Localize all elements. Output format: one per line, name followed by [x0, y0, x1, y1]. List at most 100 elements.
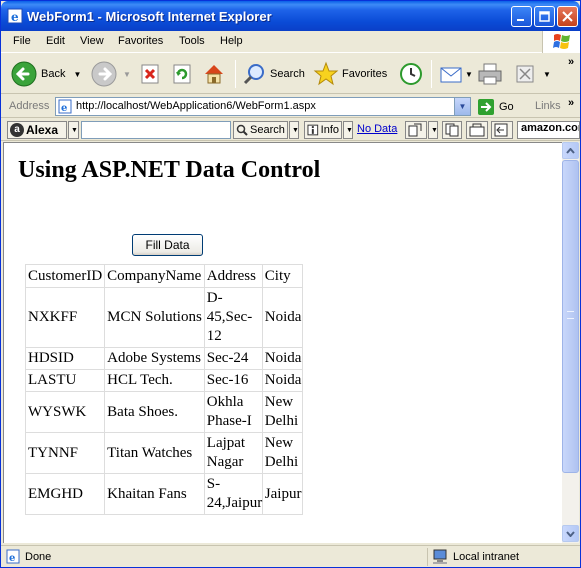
- windows-logo-icon: [542, 31, 580, 53]
- info-icon: [307, 124, 319, 136]
- alexa-related-dropdown[interactable]: ▼: [428, 121, 438, 139]
- chevron-down-icon[interactable]: ▼: [543, 70, 551, 79]
- grid-cell: Bata Shoes.: [104, 391, 205, 433]
- customer-grid: CustomerID CompanyName Address City NXKFF MCN…: [24, 264, 303, 515]
- close-icon: [562, 11, 573, 22]
- scroll-up-button[interactable]: [562, 142, 579, 159]
- menu-edit[interactable]: Edit: [46, 35, 65, 47]
- alexa-back-button[interactable]: [491, 121, 513, 139]
- address-label: Address: [9, 100, 50, 112]
- home-button[interactable]: [202, 60, 226, 88]
- search-icon: [236, 124, 248, 136]
- copy-icon: [445, 123, 459, 137]
- stop-button[interactable]: [139, 60, 161, 88]
- address-bar: Address e http://localhost/WebApplicatio…: [1, 95, 580, 118]
- minimize-button[interactable]: [511, 6, 532, 27]
- chevron-down-icon: ▼: [458, 102, 467, 111]
- alexa-no-data-link[interactable]: No Data: [357, 123, 397, 135]
- mail-icon: [440, 67, 462, 83]
- table-row: EMGHD Khaitan Fans S-24,Jaipur Jaipur: [24, 473, 303, 515]
- menu-file[interactable]: File: [13, 35, 31, 47]
- scroll-down-button[interactable]: [562, 525, 579, 542]
- stop-icon: [141, 64, 159, 84]
- grid-cell: TYNNF: [24, 432, 106, 474]
- grid-cell: Lajpat Nagar: [203, 432, 263, 474]
- archive-icon: [469, 123, 485, 137]
- svg-text:e: e: [11, 10, 19, 24]
- alexa-search-input[interactable]: [81, 121, 231, 139]
- maximize-icon: [539, 11, 550, 22]
- table-row: NXKFF MCN Solutions D-45,Sec-12 Noida: [24, 287, 303, 348]
- mail-button[interactable]: ▼: [439, 60, 473, 88]
- grid-header-cell: City: [261, 264, 303, 288]
- chevron-down-icon[interactable]: ▼: [73, 70, 81, 79]
- address-dropdown-button[interactable]: ▼: [454, 98, 470, 115]
- history-button[interactable]: [399, 60, 423, 88]
- menu-view[interactable]: View: [80, 35, 104, 47]
- ie-logo-icon: e: [7, 8, 23, 24]
- status-bar: e Done Local intranet: [1, 545, 580, 567]
- toolbar-overflow-icon[interactable]: »: [568, 56, 574, 68]
- grid-cell: Sec-24: [203, 347, 263, 370]
- standard-toolbar: Back ▼ ▼ Search Favorites ▼ ▼ »: [1, 54, 580, 94]
- svg-text:e: e: [61, 103, 67, 114]
- menu-help[interactable]: Help: [220, 35, 243, 47]
- alexa-archive-button[interactable]: [466, 121, 488, 139]
- fill-data-button[interactable]: Fill Data: [132, 234, 203, 256]
- page-title: Using ASP.NET Data Control: [18, 157, 321, 183]
- grid-cell: Noida: [261, 347, 303, 370]
- scroll-thumb[interactable]: [562, 160, 579, 473]
- alexa-logo-button[interactable]: a Alexa: [7, 121, 67, 139]
- back-button[interactable]: Back ▼: [11, 60, 81, 88]
- toolbar-separator: [431, 60, 432, 88]
- grid-header-cell: CustomerID: [24, 264, 106, 288]
- go-label: Go: [499, 101, 514, 113]
- grid-cell: Okhla Phase-I: [203, 391, 263, 433]
- search-label: Search: [270, 68, 305, 80]
- alexa-copy-button[interactable]: [442, 121, 462, 139]
- go-button[interactable]: Go: [477, 98, 514, 116]
- address-input[interactable]: e http://localhost/WebApplication6/WebFo…: [55, 97, 471, 116]
- related-links-icon: [408, 123, 422, 137]
- links-toolbar[interactable]: Links: [535, 100, 561, 112]
- alexa-info-dropdown[interactable]: ▼: [343, 121, 353, 139]
- grid-cell: Titan Watches: [104, 432, 205, 474]
- scroll-grip-icon: [567, 311, 574, 319]
- alexa-search-dropdown[interactable]: ▼: [289, 121, 299, 139]
- close-button[interactable]: [557, 6, 578, 27]
- zone-label: Local intranet: [453, 551, 520, 563]
- toolbar-separator: [235, 60, 236, 88]
- chevron-down-icon[interactable]: ▼: [465, 70, 473, 79]
- alexa-info-button[interactable]: Info: [304, 121, 342, 139]
- alexa-search-button[interactable]: Search: [233, 121, 288, 139]
- alexa-related-button[interactable]: [405, 121, 427, 139]
- minimize-icon: [517, 19, 524, 21]
- page-viewport: Using ASP.NET Data Control Fill Data Cus…: [3, 142, 562, 543]
- links-overflow-icon[interactable]: »: [568, 97, 574, 109]
- alexa-menu-dropdown[interactable]: ▼: [68, 121, 79, 139]
- alexa-toolbar: a Alexa ▼ Search ▼ Info ▼ No Data ▼ amaz…: [1, 119, 580, 141]
- menu-favorites[interactable]: Favorites: [118, 35, 163, 47]
- grid-cell: S-24,Jaipur: [203, 473, 263, 515]
- menu-bar: File Edit View Favorites Tools Help: [1, 31, 580, 53]
- title-bar[interactable]: e WebForm1 - Microsoft Internet Explorer: [1, 1, 580, 31]
- back-page-icon: [494, 123, 508, 137]
- print-button[interactable]: [477, 60, 503, 88]
- alexa-icon: a: [10, 123, 24, 137]
- grid-cell: LASTU: [24, 369, 106, 392]
- table-row: WYSWK Bata Shoes. Okhla Phase-I New Delhi: [24, 391, 303, 433]
- menu-tools[interactable]: Tools: [179, 35, 205, 47]
- grid-cell: MCN Solutions: [104, 287, 205, 348]
- grid-cell: WYSWK: [24, 391, 106, 433]
- search-button[interactable]: Search: [243, 60, 305, 88]
- refresh-button[interactable]: [171, 60, 193, 88]
- alexa-logo-label: Alexa: [26, 123, 59, 137]
- favorites-button[interactable]: Favorites: [313, 60, 387, 88]
- forward-button[interactable]: ▼: [91, 60, 131, 88]
- amazon-button[interactable]: amazon.com: [517, 121, 580, 139]
- maximize-button[interactable]: [534, 6, 555, 27]
- edit-button[interactable]: ▼: [515, 60, 551, 88]
- search-icon: [243, 64, 264, 85]
- refresh-icon: [173, 64, 191, 84]
- vertical-scrollbar[interactable]: [562, 142, 579, 543]
